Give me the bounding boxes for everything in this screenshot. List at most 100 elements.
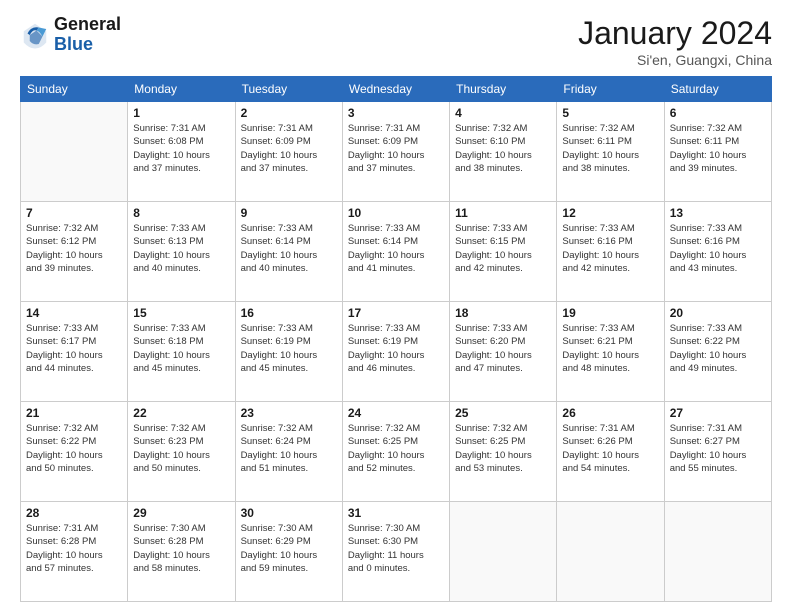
calendar-cell: 19 Sunrise: 7:33 AM Sunset: 6:21 PM Dayli… xyxy=(557,302,664,402)
day-number: 29 xyxy=(133,506,229,520)
day-info: Sunrise: 7:33 AM Sunset: 6:19 PM Dayligh… xyxy=(241,322,337,375)
calendar-cell: 26 Sunrise: 7:31 AM Sunset: 6:26 PM Dayli… xyxy=(557,402,664,502)
day-info: Sunrise: 7:32 AM Sunset: 6:25 PM Dayligh… xyxy=(348,422,444,475)
day-number: 11 xyxy=(455,206,551,220)
day-number: 7 xyxy=(26,206,122,220)
day-info: Sunrise: 7:31 AM Sunset: 6:27 PM Dayligh… xyxy=(670,422,766,475)
calendar-cell: 11Sunrise: 7:33 AM Sunset: 6:15 PM Dayli… xyxy=(450,202,557,302)
calendar-header-friday: Friday xyxy=(557,77,664,102)
calendar-cell: 7 Sunrise: 7:32 AM Sunset: 6:12 PM Daylig… xyxy=(21,202,128,302)
generalblue-logo-icon xyxy=(20,20,50,50)
day-number: 8 xyxy=(133,206,229,220)
day-number: 31 xyxy=(348,506,444,520)
day-info: Sunrise: 7:30 AM Sunset: 6:30 PM Dayligh… xyxy=(348,522,444,575)
day-info: Sunrise: 7:32 AM Sunset: 6:12 PM Dayligh… xyxy=(26,222,122,275)
day-number: 26 xyxy=(562,406,658,420)
calendar-cell: 15 Sunrise: 7:33 AM Sunset: 6:18 PM Dayli… xyxy=(128,302,235,402)
calendar-header-monday: Monday xyxy=(128,77,235,102)
calendar-cell: 27 Sunrise: 7:31 AM Sunset: 6:27 PM Dayli… xyxy=(664,402,771,502)
calendar-header-tuesday: Tuesday xyxy=(235,77,342,102)
logo-text: General Blue xyxy=(54,15,121,55)
calendar-header-row: SundayMondayTuesdayWednesdayThursdayFrid… xyxy=(21,77,772,102)
day-info: Sunrise: 7:32 AM Sunset: 6:11 PM Dayligh… xyxy=(562,122,658,175)
calendar-week-row: 1 Sunrise: 7:31 AM Sunset: 6:08 PM Daylig… xyxy=(21,102,772,202)
day-number: 20 xyxy=(670,306,766,320)
day-number: 17 xyxy=(348,306,444,320)
day-info: Sunrise: 7:33 AM Sunset: 6:20 PM Dayligh… xyxy=(455,322,551,375)
day-info: Sunrise: 7:32 AM Sunset: 6:11 PM Dayligh… xyxy=(670,122,766,175)
calendar-cell: 20Sunrise: 7:33 AM Sunset: 6:22 PM Dayli… xyxy=(664,302,771,402)
calendar-cell: 25 Sunrise: 7:32 AM Sunset: 6:25 PM Dayli… xyxy=(450,402,557,502)
calendar-cell: 12 Sunrise: 7:33 AM Sunset: 6:16 PM Dayli… xyxy=(557,202,664,302)
day-info: Sunrise: 7:33 AM Sunset: 6:13 PM Dayligh… xyxy=(133,222,229,275)
calendar-cell: 17Sunrise: 7:33 AM Sunset: 6:19 PM Dayli… xyxy=(342,302,449,402)
month-title: January 2024 xyxy=(578,15,772,52)
calendar-week-row: 7 Sunrise: 7:32 AM Sunset: 6:12 PM Daylig… xyxy=(21,202,772,302)
calendar-header-thursday: Thursday xyxy=(450,77,557,102)
calendar-cell: 4Sunrise: 7:32 AM Sunset: 6:10 PM Daylig… xyxy=(450,102,557,202)
calendar-cell: 10 Sunrise: 7:33 AM Sunset: 6:14 PM Dayli… xyxy=(342,202,449,302)
day-info: Sunrise: 7:33 AM Sunset: 6:21 PM Dayligh… xyxy=(562,322,658,375)
day-info: Sunrise: 7:32 AM Sunset: 6:23 PM Dayligh… xyxy=(133,422,229,475)
day-number: 21 xyxy=(26,406,122,420)
day-number: 14 xyxy=(26,306,122,320)
day-number: 4 xyxy=(455,106,551,120)
day-info: Sunrise: 7:32 AM Sunset: 6:25 PM Dayligh… xyxy=(455,422,551,475)
page: General Blue January 2024 Si'en, Guangxi… xyxy=(0,0,792,612)
calendar-cell: 2 Sunrise: 7:31 AM Sunset: 6:09 PM Daylig… xyxy=(235,102,342,202)
day-number: 28 xyxy=(26,506,122,520)
day-number: 2 xyxy=(241,106,337,120)
logo-area: General Blue xyxy=(20,15,121,55)
day-info: Sunrise: 7:32 AM Sunset: 6:24 PM Dayligh… xyxy=(241,422,337,475)
day-number: 27 xyxy=(670,406,766,420)
day-number: 25 xyxy=(455,406,551,420)
day-number: 16 xyxy=(241,306,337,320)
calendar-cell: 14 Sunrise: 7:33 AM Sunset: 6:17 PM Dayli… xyxy=(21,302,128,402)
day-number: 3 xyxy=(348,106,444,120)
day-info: Sunrise: 7:32 AM Sunset: 6:22 PM Dayligh… xyxy=(26,422,122,475)
day-number: 30 xyxy=(241,506,337,520)
calendar-cell: 6 Sunrise: 7:32 AM Sunset: 6:11 PM Daylig… xyxy=(664,102,771,202)
day-number: 24 xyxy=(348,406,444,420)
header: General Blue January 2024 Si'en, Guangxi… xyxy=(20,15,772,68)
day-info: Sunrise: 7:33 AM Sunset: 6:14 PM Dayligh… xyxy=(241,222,337,275)
calendar-cell: 16 Sunrise: 7:33 AM Sunset: 6:19 PM Dayli… xyxy=(235,302,342,402)
day-number: 15 xyxy=(133,306,229,320)
calendar-week-row: 21 Sunrise: 7:32 AM Sunset: 6:22 PM Dayli… xyxy=(21,402,772,502)
day-number: 1 xyxy=(133,106,229,120)
day-info: Sunrise: 7:31 AM Sunset: 6:28 PM Dayligh… xyxy=(26,522,122,575)
day-number: 13 xyxy=(670,206,766,220)
calendar-table: SundayMondayTuesdayWednesdayThursdayFrid… xyxy=(20,76,772,602)
calendar-cell: 3 Sunrise: 7:31 AM Sunset: 6:09 PM Daylig… xyxy=(342,102,449,202)
day-number: 12 xyxy=(562,206,658,220)
calendar-cell: 18Sunrise: 7:33 AM Sunset: 6:20 PM Dayli… xyxy=(450,302,557,402)
calendar-cell: 8 Sunrise: 7:33 AM Sunset: 6:13 PM Daylig… xyxy=(128,202,235,302)
day-info: Sunrise: 7:31 AM Sunset: 6:08 PM Dayligh… xyxy=(133,122,229,175)
calendar-cell: 30 Sunrise: 7:30 AM Sunset: 6:29 PM Dayli… xyxy=(235,502,342,602)
day-info: Sunrise: 7:31 AM Sunset: 6:09 PM Dayligh… xyxy=(348,122,444,175)
calendar-cell xyxy=(450,502,557,602)
day-info: Sunrise: 7:30 AM Sunset: 6:29 PM Dayligh… xyxy=(241,522,337,575)
day-number: 19 xyxy=(562,306,658,320)
day-info: Sunrise: 7:33 AM Sunset: 6:14 PM Dayligh… xyxy=(348,222,444,275)
day-info: Sunrise: 7:30 AM Sunset: 6:28 PM Dayligh… xyxy=(133,522,229,575)
day-info: Sunrise: 7:31 AM Sunset: 6:26 PM Dayligh… xyxy=(562,422,658,475)
calendar-header-sunday: Sunday xyxy=(21,77,128,102)
calendar-cell: 13 Sunrise: 7:33 AM Sunset: 6:16 PM Dayli… xyxy=(664,202,771,302)
calendar-cell: 29 Sunrise: 7:30 AM Sunset: 6:28 PM Dayli… xyxy=(128,502,235,602)
day-info: Sunrise: 7:33 AM Sunset: 6:16 PM Dayligh… xyxy=(562,222,658,275)
day-number: 6 xyxy=(670,106,766,120)
calendar-cell: 5Sunrise: 7:32 AM Sunset: 6:11 PM Daylig… xyxy=(557,102,664,202)
calendar-header-saturday: Saturday xyxy=(664,77,771,102)
logo-blue: Blue xyxy=(54,34,93,54)
calendar-header-wednesday: Wednesday xyxy=(342,77,449,102)
calendar-cell: 21 Sunrise: 7:32 AM Sunset: 6:22 PM Dayli… xyxy=(21,402,128,502)
day-info: Sunrise: 7:33 AM Sunset: 6:18 PM Dayligh… xyxy=(133,322,229,375)
calendar-cell: 22 Sunrise: 7:32 AM Sunset: 6:23 PM Dayli… xyxy=(128,402,235,502)
day-number: 22 xyxy=(133,406,229,420)
day-number: 10 xyxy=(348,206,444,220)
day-info: Sunrise: 7:31 AM Sunset: 6:09 PM Dayligh… xyxy=(241,122,337,175)
day-info: Sunrise: 7:33 AM Sunset: 6:16 PM Dayligh… xyxy=(670,222,766,275)
calendar-cell: 24 Sunrise: 7:32 AM Sunset: 6:25 PM Dayli… xyxy=(342,402,449,502)
day-info: Sunrise: 7:33 AM Sunset: 6:17 PM Dayligh… xyxy=(26,322,122,375)
